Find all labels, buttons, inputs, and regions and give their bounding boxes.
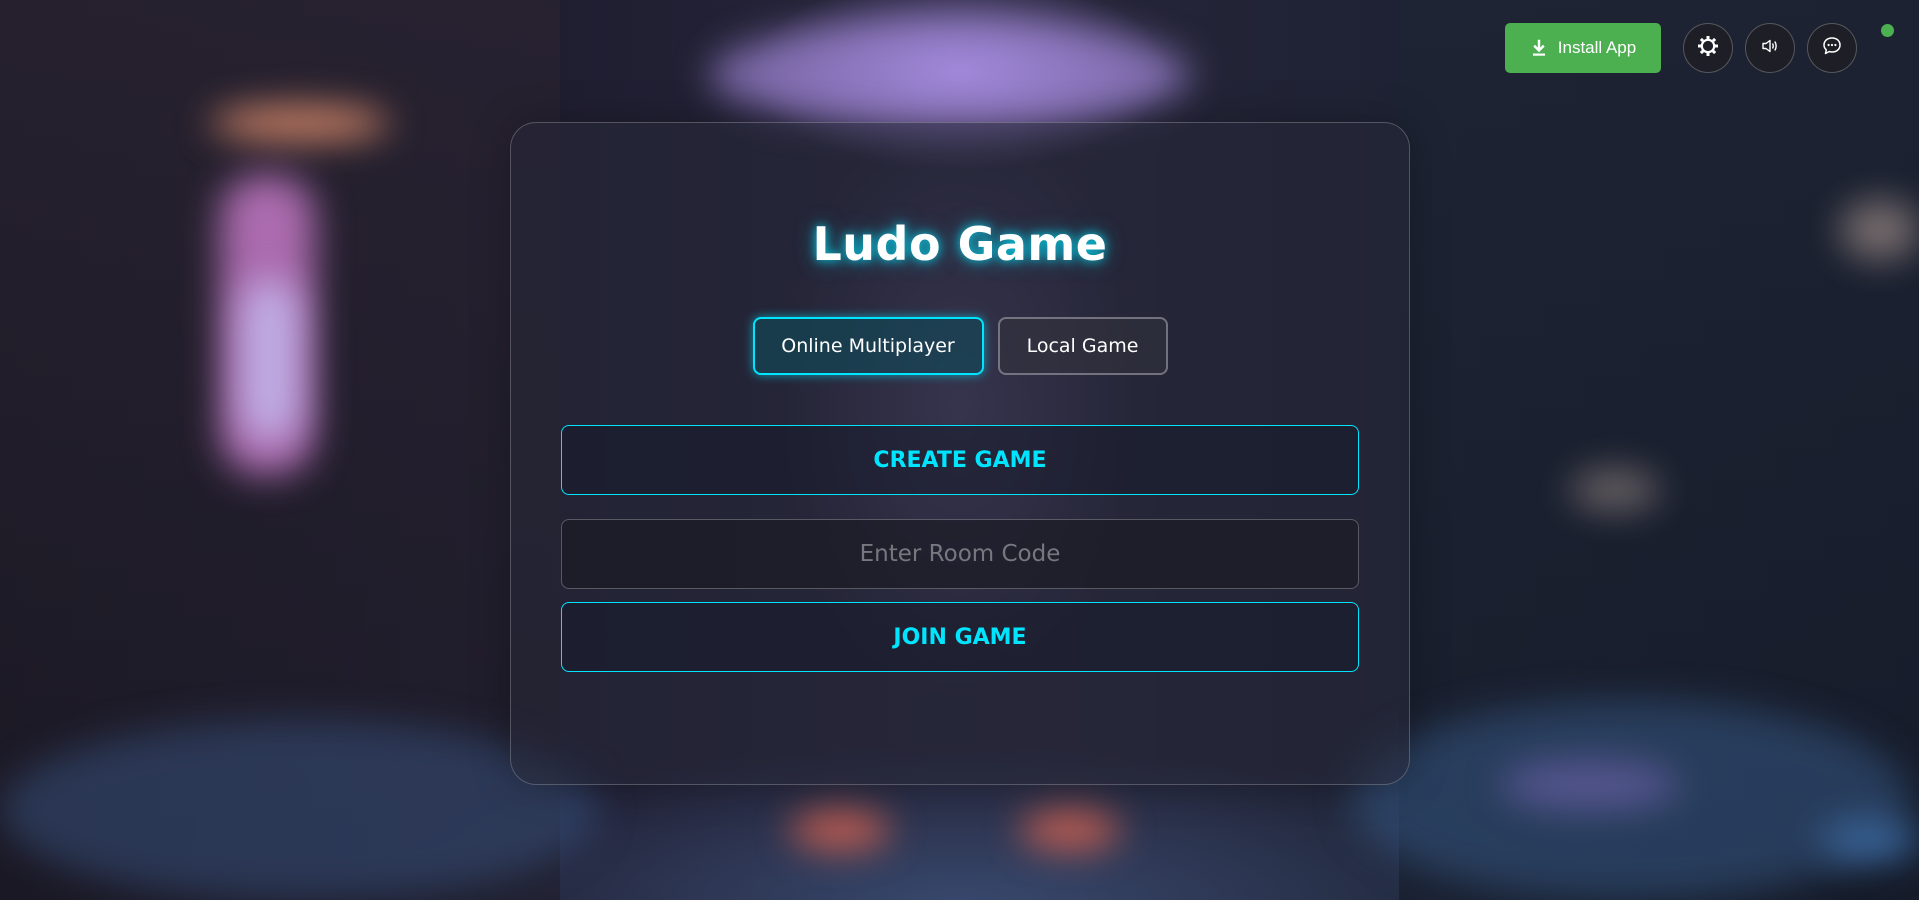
download-icon xyxy=(1530,39,1548,57)
sound-button[interactable] xyxy=(1745,23,1795,73)
room-code-input[interactable] xyxy=(561,519,1359,589)
gear-icon xyxy=(1696,34,1720,62)
settings-button[interactable] xyxy=(1683,23,1733,73)
page-title: Ludo Game xyxy=(812,217,1108,271)
game-mode-tabs: Online Multiplayer Local Game xyxy=(511,317,1409,375)
tab-local-game[interactable]: Local Game xyxy=(997,317,1168,375)
connection-status-indicator xyxy=(1881,24,1894,37)
chat-bubble-icon xyxy=(1821,35,1843,61)
tab-online-multiplayer[interactable]: Online Multiplayer xyxy=(752,317,984,375)
game-menu-panel: Ludo Game Online Multiplayer Local Game … xyxy=(510,122,1410,785)
install-app-button[interactable]: Install App xyxy=(1505,23,1661,73)
join-game-button[interactable]: JOIN GAME xyxy=(561,602,1359,672)
chat-button[interactable] xyxy=(1807,23,1857,73)
install-app-label: Install App xyxy=(1557,38,1637,57)
create-game-button[interactable]: CREATE GAME xyxy=(561,425,1359,495)
speaker-icon xyxy=(1760,36,1780,60)
